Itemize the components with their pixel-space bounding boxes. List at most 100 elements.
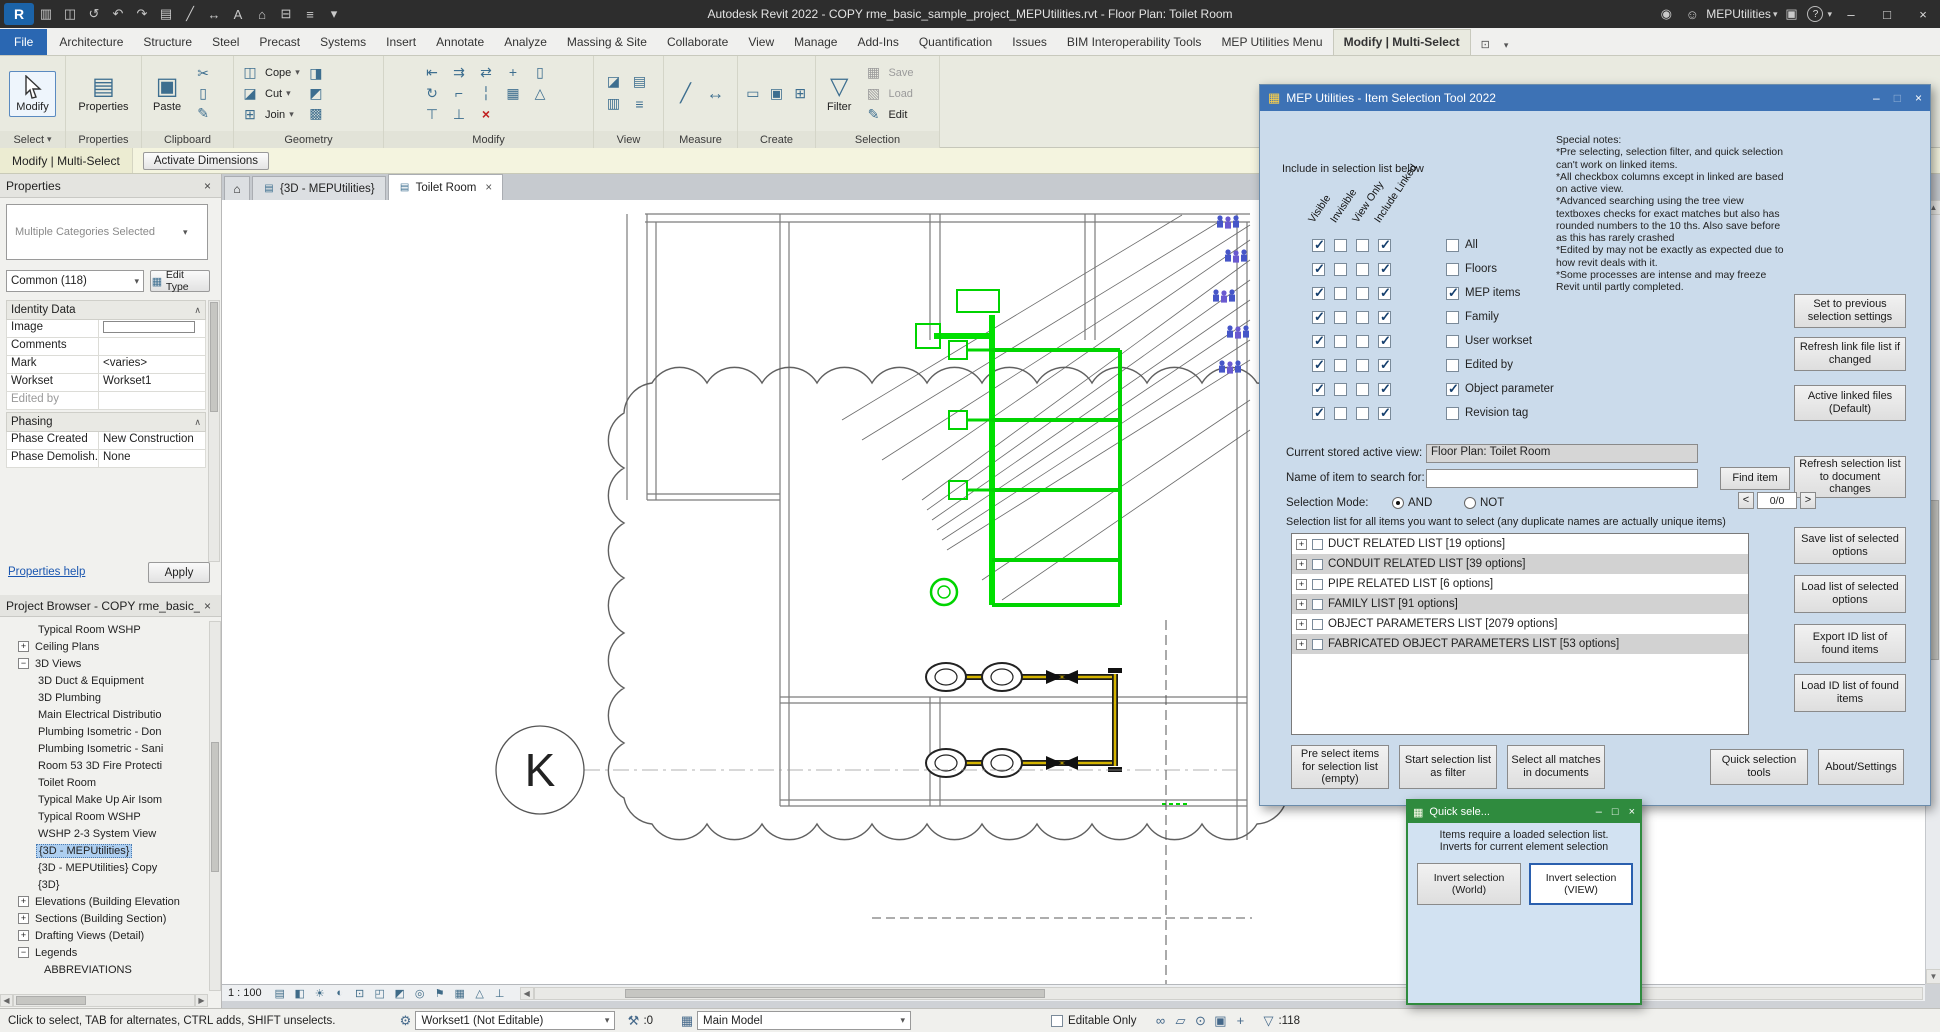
text-icon[interactable]: A (226, 3, 250, 25)
tab-issues[interactable]: Issues (1002, 30, 1057, 55)
create-similar-icon[interactable]: ⊞ (790, 84, 810, 104)
select-by-face-icon[interactable]: ▣ (1210, 1013, 1230, 1029)
invisible-checkbox[interactable] (1334, 407, 1347, 420)
tab-annotate[interactable]: Annotate (426, 30, 494, 55)
select-links-icon[interactable]: ∞ (1150, 1013, 1170, 1028)
home-icon[interactable]: ⌂ (224, 176, 250, 200)
expand-icon[interactable]: + (18, 641, 29, 652)
tree-item-selected[interactable]: {3D - MEPUtilities} (2, 842, 207, 859)
maximize-button[interactable]: □ (1870, 0, 1904, 28)
view-only-checkbox[interactable] (1356, 239, 1369, 252)
visible-checkbox[interactable] (1312, 311, 1325, 324)
expand-icon[interactable]: + (1296, 599, 1307, 610)
tree-item[interactable]: ABBREVIATIONS (2, 961, 207, 978)
account-caret-icon[interactable]: ▾ (1773, 9, 1778, 20)
save-icon[interactable]: ◫ (58, 3, 82, 25)
tree-item[interactable]: WSHP 2-3 System View (2, 825, 207, 842)
grid-bubble-k[interactable]: K (496, 726, 1237, 814)
tree-item[interactable]: +Elevations (Building Elevation (2, 893, 207, 910)
tab-manage[interactable]: Manage (784, 30, 847, 55)
tree-item[interactable]: Room 53 3D Fire Protecti (2, 757, 207, 774)
tree-item[interactable]: Typical Make Up Air Isom (2, 791, 207, 808)
expand-icon[interactable]: + (1296, 539, 1307, 550)
scroll-right-icon[interactable]: ▶ (195, 994, 208, 1007)
properties-close-icon[interactable]: × (200, 179, 215, 193)
dialog-minimize-icon[interactable]: – (1873, 91, 1880, 105)
panel-label-select[interactable]: Select▾ (0, 131, 65, 148)
load-selection-button[interactable]: ▧Load (862, 84, 913, 104)
create-group-icon[interactable]: ▣ (767, 84, 787, 104)
cut-profile-icon[interactable]: ◪ (603, 72, 625, 92)
tab-insert[interactable]: Insert (376, 30, 426, 55)
visible-checkbox[interactable] (1312, 383, 1325, 396)
filter-button[interactable]: ▽ Filter (821, 72, 857, 116)
visual-style-icon[interactable]: ◧ (290, 986, 310, 1001)
design-options-icon[interactable]: ▦ (677, 1013, 697, 1029)
match-type-icon[interactable]: ✎ (192, 104, 214, 124)
tree-item[interactable]: +Drafting Views (Detail) (2, 927, 207, 944)
expand-icon[interactable]: + (1296, 559, 1307, 570)
tree-item[interactable]: +Ceiling Plans (2, 638, 207, 655)
canvas-hscrollbar[interactable] (534, 987, 1923, 1000)
visible-checkbox[interactable] (1312, 359, 1325, 372)
find-item-button[interactable]: Find item (1720, 467, 1790, 490)
nav-prev-button[interactable]: < (1738, 492, 1754, 509)
scale-button[interactable]: 1 : 100 (228, 987, 262, 999)
expand-icon[interactable]: + (18, 896, 29, 907)
reveal-hidden-icon[interactable]: ◎ (410, 986, 430, 1001)
invisible-checkbox[interactable] (1334, 359, 1347, 372)
tree-item[interactable]: −3D Views (2, 655, 207, 672)
include-linked-checkbox[interactable] (1378, 383, 1391, 396)
visible-checkbox[interactable] (1312, 335, 1325, 348)
minimize-button[interactable]: – (1834, 0, 1868, 28)
collapse-phasing-icon[interactable]: ∧ (194, 417, 201, 428)
view-only-checkbox[interactable] (1356, 383, 1369, 396)
include-linked-checkbox[interactable] (1378, 287, 1391, 300)
view-only-checkbox[interactable] (1356, 263, 1369, 276)
quick-minimize-icon[interactable]: – (1596, 806, 1602, 818)
project-browser-close-icon[interactable]: × (200, 599, 215, 613)
scroll-down-icon[interactable]: ▼ (1926, 969, 1940, 984)
walls[interactable] (627, 214, 1252, 918)
visible-checkbox[interactable] (1312, 407, 1325, 420)
properties-filter-dropdown[interactable]: Common (118) ▾ (6, 270, 144, 292)
pre-select-items-button[interactable]: Pre select items for selection list (emp… (1291, 745, 1389, 789)
list-item-fabricated[interactable]: +FABRICATED OBJECT PARAMETERS LIST [53 o… (1292, 634, 1748, 654)
split-icon[interactable]: ╎ (475, 83, 497, 103)
category-revision-tag[interactable]: Revision tag (1446, 401, 1554, 425)
expand-icon[interactable]: + (1296, 579, 1307, 590)
account-icon[interactable]: ☺ (1680, 3, 1704, 25)
quick-dialog-titlebar[interactable]: ▦ Quick sele... – □ × (1408, 801, 1640, 823)
identity-data-section[interactable]: Identity Data ∧ (6, 300, 206, 320)
select-all-matches-button[interactable]: Select all matches in documents (1507, 745, 1605, 789)
view-only-checkbox[interactable] (1356, 287, 1369, 300)
invisible-checkbox[interactable] (1334, 263, 1347, 276)
section-icon[interactable]: ⊟ (274, 3, 298, 25)
delete-icon[interactable]: × (475, 104, 497, 124)
tab-view[interactable]: View (738, 30, 784, 55)
expand-icon[interactable]: + (1296, 639, 1307, 650)
worksharing-display-icon[interactable]: ⚑ (430, 986, 450, 1001)
plumbing-fixtures[interactable] (926, 663, 1122, 777)
measure-icon[interactable]: ╱ (178, 3, 202, 25)
create-parts-icon[interactable]: ▭ (743, 84, 763, 104)
save-selection-button[interactable]: ▦Save (862, 63, 913, 83)
show-crop-icon[interactable]: ◰ (370, 986, 390, 1001)
tab-precast[interactable]: Precast (249, 30, 310, 55)
editing-requests-icon[interactable]: ⚒ (623, 1013, 643, 1029)
tree-item[interactable]: Plumbing Isometric - Sani (2, 740, 207, 757)
quick-selection-tools-button[interactable]: Quick selection tools (1710, 749, 1808, 785)
constraints-icon[interactable]: ⊥ (490, 986, 510, 1001)
paint-icon[interactable]: ◨ (305, 64, 327, 84)
editable-only-checkbox[interactable] (1051, 1015, 1063, 1027)
list-item-pipe[interactable]: +PIPE RELATED LIST [6 options] (1292, 574, 1748, 594)
paste-button[interactable]: ▣ Paste (147, 72, 187, 116)
apply-button[interactable]: Apply (148, 562, 210, 583)
trim-icon[interactable]: ⌐ (448, 83, 470, 103)
analytical-model-icon[interactable]: △ (470, 986, 490, 1001)
include-linked-checkbox[interactable] (1378, 359, 1391, 372)
copy-element-icon[interactable]: ▯ (529, 62, 551, 82)
tree-item[interactable]: Plumbing Isometric - Don (2, 723, 207, 740)
phase-demolished-value[interactable]: None (99, 450, 205, 467)
tab-quantification[interactable]: Quantification (909, 30, 1002, 55)
